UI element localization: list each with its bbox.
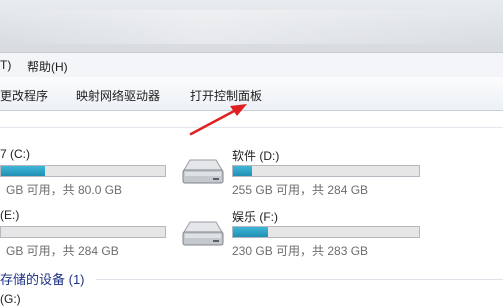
drive-free-space: GB 可用，共 284 GB	[6, 244, 119, 258]
drive-usage-bar	[0, 226, 166, 238]
drive-free-space: 255 GB 可用，共 284 GB	[232, 183, 369, 197]
toolbar-change-program-button[interactable]: 更改程序	[0, 87, 48, 104]
command-toolbar: 更改程序 映射网络驱动器 打开控制面板	[0, 77, 503, 111]
drive-name: 7 (C:)	[0, 147, 30, 161]
drive-name-cutoff: (G:)	[0, 292, 21, 306]
menu-item-help[interactable]: 帮助(H)	[27, 58, 68, 75]
drive-usage-bar	[232, 226, 420, 238]
divider	[0, 127, 503, 128]
window-title-strip	[0, 0, 503, 52]
toolbar-map-network-drive-button[interactable]: 映射网络驱动器	[76, 87, 160, 104]
drive-usage-bar	[0, 165, 166, 177]
hard-drive-icon	[182, 221, 224, 246]
drive-free-space: 230 GB 可用，共 283 GB	[232, 244, 369, 258]
drive-usage-fill	[233, 166, 252, 176]
removable-devices-group-header[interactable]: 存储的设备 (1)	[0, 269, 85, 288]
drive-name: 娱乐 (F:)	[232, 210, 278, 224]
menu-item-tools[interactable]: T)	[0, 58, 11, 72]
hard-drive-icon	[182, 159, 224, 184]
drive-usage-bar	[232, 165, 420, 177]
group-divider	[96, 279, 503, 280]
drive-usage-fill	[1, 166, 46, 176]
toolbar-open-control-panel-button[interactable]: 打开控制面板	[190, 87, 262, 104]
menu-bar: T) 帮助(H)	[0, 52, 503, 78]
drive-name: (E:)	[0, 208, 20, 222]
drive-usage-fill	[233, 227, 269, 237]
drive-free-space: GB 可用，共 80.0 GB	[6, 183, 123, 197]
drive-name: 软件 (D:)	[232, 149, 280, 163]
